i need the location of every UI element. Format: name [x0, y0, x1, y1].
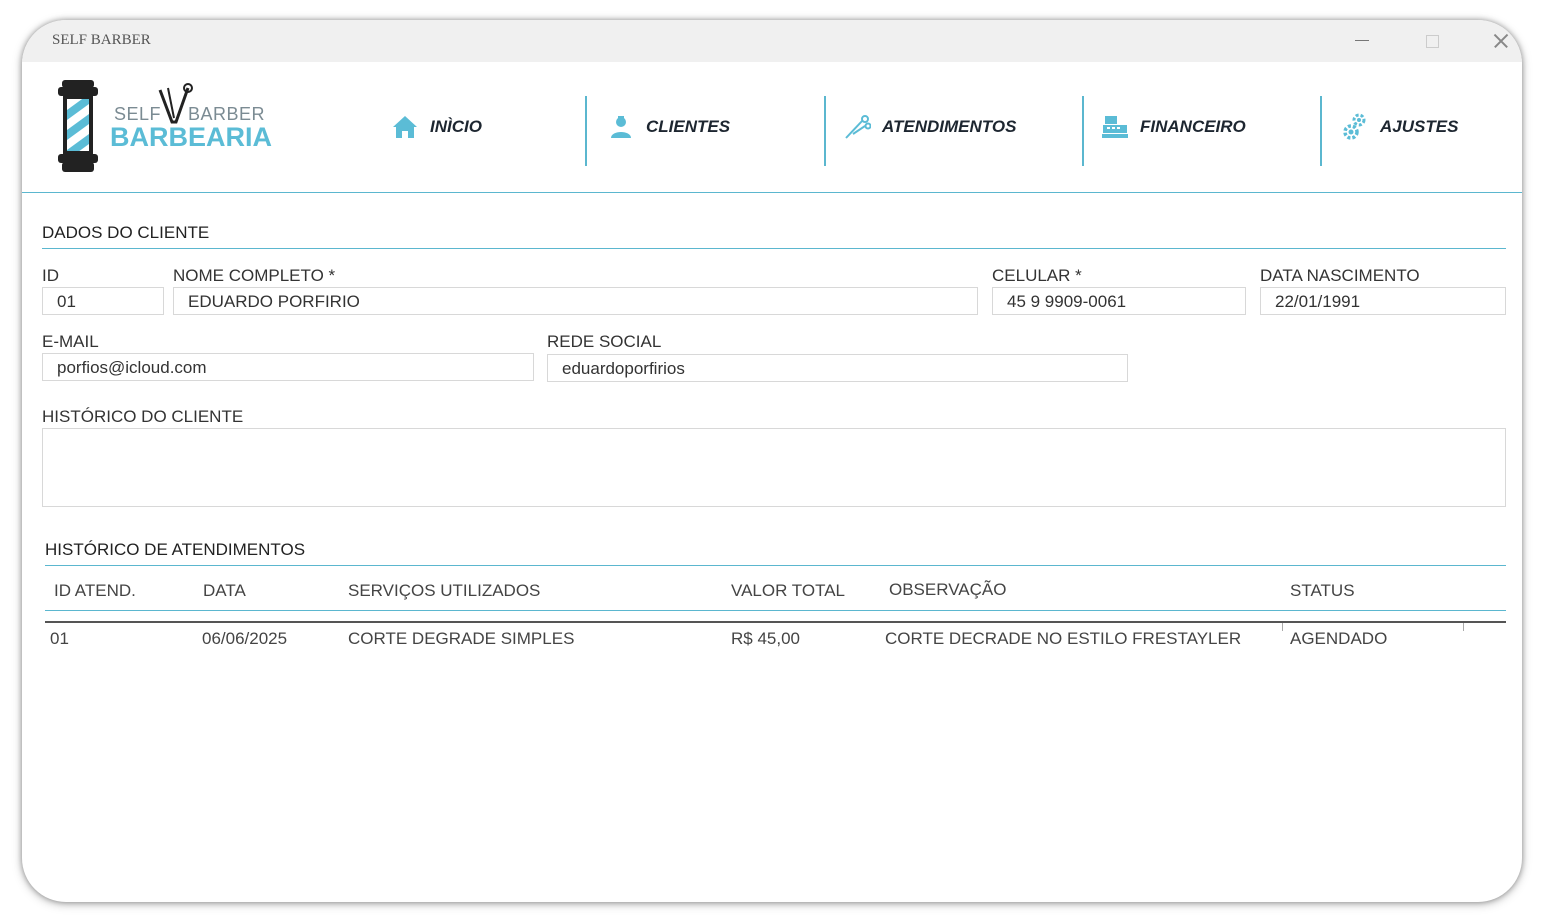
- nav-ajustes[interactable]: AJUSTES: [1340, 62, 1458, 192]
- column-divider: [1282, 623, 1283, 631]
- birth-date-label: DATA NASCIMENTO: [1260, 266, 1420, 285]
- maximize-button[interactable]: [1420, 28, 1446, 54]
- email-label: E-MAIL: [42, 332, 99, 351]
- phone-field[interactable]: 45 9 9909-0061: [992, 287, 1246, 315]
- nav-clientes-label: CLIENTES: [646, 117, 731, 136]
- id-field[interactable]: 01: [42, 287, 164, 315]
- email-field[interactable]: porfios@icloud.com: [42, 353, 534, 381]
- client-section-divider: [42, 248, 1506, 249]
- col-header-date[interactable]: DATA: [203, 581, 246, 601]
- close-button[interactable]: [1488, 28, 1514, 54]
- col-header-services[interactable]: SERVIÇOS UTILIZADOS: [348, 581, 540, 601]
- cell-date: 06/06/2025: [202, 629, 288, 648]
- appointments-section-divider: [45, 565, 1506, 566]
- cell-status: AGENDADO: [1290, 629, 1388, 648]
- scissors-icon: [842, 113, 872, 141]
- id-label: ID: [42, 266, 59, 285]
- nav-clientes[interactable]: CLIENTES: [606, 62, 730, 192]
- cell-id: 01: [50, 629, 69, 648]
- nav-atendimentos-label: ATENDIMENTOS: [882, 117, 1017, 136]
- client-history-textarea[interactable]: [42, 428, 1506, 507]
- client-section-title: DADOS DO CLIENTE: [42, 223, 210, 242]
- nav-ajustes-label: AJUSTES: [1380, 117, 1459, 136]
- name-field[interactable]: EDUARDO PORFIRIO: [173, 287, 978, 315]
- nav-divider: [585, 96, 587, 166]
- col-header-total[interactable]: VALOR TOTAL: [731, 581, 845, 601]
- appointments-section-title: HISTÓRICO DE ATENDIMENTOS: [45, 540, 306, 559]
- client-history-label: HISTÓRICO DO CLIENTE: [42, 407, 244, 426]
- window-title: SELF BARBER: [52, 32, 151, 48]
- nav-inicio-label: INÌCIO: [430, 117, 482, 136]
- logo-brand-text: BARBEARIA: [110, 122, 272, 152]
- gears-icon: [1340, 113, 1370, 141]
- minimize-button[interactable]: [1350, 28, 1376, 54]
- name-label: NOME COMPLETO *: [173, 266, 336, 285]
- col-header-id[interactable]: ID ATEND.: [54, 581, 136, 601]
- cell-services: CORTE DEGRADE SIMPLES: [348, 629, 575, 648]
- col-header-observation[interactable]: OBSERVAÇÃO: [889, 580, 1006, 600]
- phone-label: CELULAR *: [992, 266, 1082, 285]
- social-label: REDE SOCIAL: [547, 332, 662, 351]
- table-header-divider: [45, 610, 1506, 611]
- column-divider: [1463, 623, 1464, 631]
- social-field[interactable]: eduardoporfirios: [547, 354, 1128, 382]
- header: SELF BARBER BARBEARIA INÌCIO CLIENTES AT…: [22, 62, 1522, 193]
- cell-total: R$ 45,00: [731, 629, 800, 648]
- col-header-status[interactable]: STATUS: [1290, 581, 1355, 601]
- nav-divider: [1320, 96, 1322, 166]
- barber-pole-icon: [58, 80, 98, 172]
- nav-inicio[interactable]: INÌCIO: [390, 62, 482, 192]
- nav-financeiro-label: FINANCEIRO: [1140, 117, 1246, 136]
- birth-date-field[interactable]: 22/01/1991: [1260, 287, 1506, 315]
- table-row-border: [45, 621, 1506, 623]
- logo: SELF BARBER BARBEARIA: [56, 78, 286, 174]
- nav-financeiro[interactable]: FINANCEIRO: [1100, 62, 1246, 192]
- title-bar: SELF BARBER: [22, 20, 1522, 62]
- home-icon: [390, 113, 420, 141]
- user-icon: [606, 113, 636, 141]
- nav-divider: [1082, 96, 1084, 166]
- nav-divider: [824, 96, 826, 166]
- cash-register-icon: [1100, 113, 1130, 141]
- app-window: SELF BARBER SELF BARBER BARBEARIA INÌCIO…: [22, 20, 1522, 902]
- nav-atendimentos[interactable]: ATENDIMENTOS: [842, 62, 1016, 192]
- cell-observation: CORTE DECRADE NO ESTILO FRESTAYLER: [885, 629, 1242, 648]
